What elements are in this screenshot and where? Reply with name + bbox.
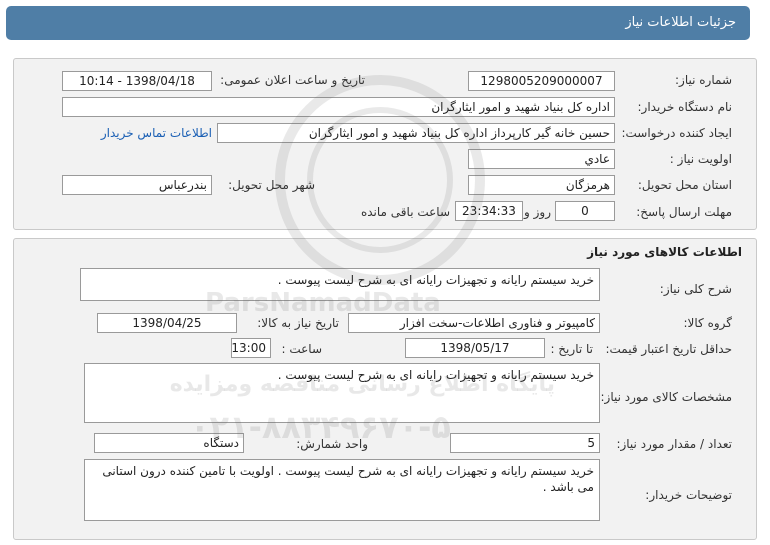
buyer-contact-link[interactable]: اطلاعات تماس خریدار: [101, 126, 212, 140]
quantity-label: تعداد / مقدار مورد نیاز:: [616, 437, 732, 451]
unit-field: دستگاه: [94, 433, 244, 453]
spec-label: مشخصات کالای مورد نیاز:: [600, 390, 732, 404]
requester-label: ایجاد کننده درخواست:: [621, 126, 732, 140]
validity-date-field: 1398/05/17: [405, 338, 545, 358]
priority-label: اولویت نیاز :: [669, 152, 732, 166]
validity-hour-label: ساعت :: [281, 342, 322, 356]
deadline-days-field: 0: [555, 201, 615, 221]
need-number-label: شماره نیاز:: [675, 73, 732, 87]
until-date-label: تا تاریخ :: [550, 342, 593, 356]
buyer-org-field: اداره کل بنیاد شهید و امور ایثارگران: [62, 97, 615, 117]
requester-field: حسین خانه گیر کارپرداز اداره کل بنیاد شه…: [217, 123, 615, 143]
day-and-label: روز و: [524, 205, 551, 219]
need-number-field: 1298005209000007: [468, 71, 615, 91]
goods-group-label: گروه کالا:: [683, 316, 733, 330]
unit-label: واحد شمارش:: [296, 437, 368, 451]
general-desc-label: شرح کلی نیاز:: [659, 282, 732, 296]
buyer-notes-label: توضیحات خریدار:: [645, 488, 732, 502]
priority-field: عادي: [468, 149, 615, 169]
province-label: استان محل تحویل:: [637, 178, 732, 192]
goods-group-field: کامپیوتر و فناوری اطلاعات-سخت افزار: [348, 313, 600, 333]
announce-date-label: تاریخ و ساعت اعلان عمومی:: [220, 73, 365, 87]
page-title: جزئیات اطلاعات نیاز: [625, 15, 736, 30]
spec-field: خرید سیستم رایانه و تجهیزات رایانه ای به…: [84, 363, 600, 423]
deadline-label: مهلت ارسال پاسخ:: [636, 205, 732, 219]
remaining-label: ساعت باقی مانده: [360, 205, 450, 219]
quantity-field: 5: [450, 433, 600, 453]
city-label: شهر محل تحویل:: [228, 178, 315, 192]
price-validity-label: حداقل تاریخ اعتبار قیمت:: [605, 342, 732, 356]
buyer-org-label: نام دستگاه خریدار:: [637, 100, 733, 114]
goods-section-title: اطلاعات کالاهای مورد نیاز: [587, 245, 742, 259]
buyer-notes-field: خرید سیستم رایانه و تجهیزات رایانه ای به…: [84, 459, 600, 521]
need-date-label: تاریخ نیاز به کالا:: [257, 316, 339, 330]
province-field: هرمزگان: [468, 175, 615, 195]
city-field: بندرعباس: [62, 175, 212, 195]
need-date-field: 1398/04/25: [97, 313, 237, 333]
page-title-bar: جزئیات اطلاعات نیاز: [6, 6, 750, 40]
validity-hour-field: 13:00: [231, 338, 271, 358]
deadline-time-field: 23:34:33: [455, 201, 523, 221]
announce-date-field: 1398/04/18 - 10:14: [62, 71, 212, 91]
general-desc-field: خرید سیستم رایانه و تجهیزات رایانه ای به…: [80, 268, 600, 301]
